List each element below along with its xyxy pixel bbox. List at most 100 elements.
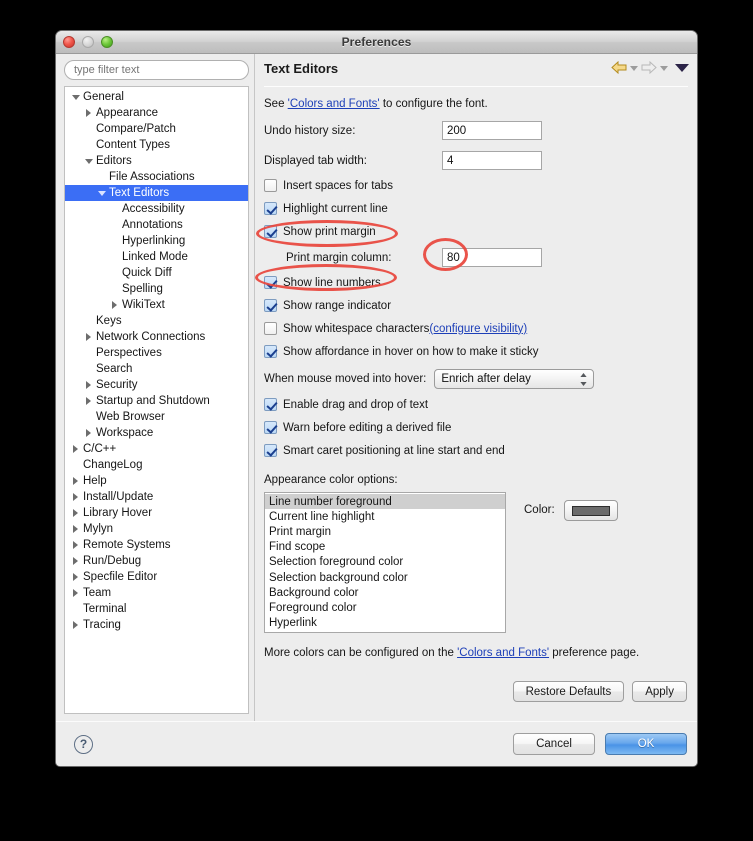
sidebar-item-c-c[interactable]: C/C++ xyxy=(65,441,248,457)
sidebar-item-remote-systems[interactable]: Remote Systems xyxy=(65,537,248,553)
list-item[interactable]: Line number foreground xyxy=(265,494,505,510)
twisty-expanded-icon[interactable] xyxy=(71,92,82,103)
show-line-numbers-checkbox[interactable] xyxy=(264,276,277,289)
sidebar-item-library-hover[interactable]: Library Hover xyxy=(65,505,248,521)
twisty-collapsed-icon[interactable] xyxy=(84,380,95,391)
smart-caret-checkbox[interactable] xyxy=(264,444,277,457)
twisty-collapsed-icon[interactable] xyxy=(71,476,82,487)
enable-drag-drop-checkbox[interactable] xyxy=(264,398,277,411)
sidebar-item-perspectives[interactable]: Perspectives xyxy=(65,345,248,361)
sidebar-item-text-editors[interactable]: Text Editors xyxy=(65,185,248,201)
warn-derived-file-checkbox[interactable] xyxy=(264,421,277,434)
twisty-collapsed-icon[interactable] xyxy=(84,428,95,439)
filter-input[interactable] xyxy=(64,60,249,80)
sidebar-item-network-connections[interactable]: Network Connections xyxy=(65,329,248,345)
insert-spaces-checkbox[interactable] xyxy=(264,179,277,192)
twisty-collapsed-icon[interactable] xyxy=(71,444,82,455)
show-range-indicator-checkbox[interactable] xyxy=(264,299,277,312)
undo-history-input[interactable] xyxy=(442,121,542,140)
sidebar-item-tracing[interactable]: Tracing xyxy=(65,617,248,633)
close-button[interactable] xyxy=(63,36,75,48)
sidebar-item-accessibility[interactable]: Accessibility xyxy=(65,201,248,217)
sidebar-item-annotations[interactable]: Annotations xyxy=(65,217,248,233)
print-margin-column-input[interactable] xyxy=(442,248,542,267)
preferences-tree[interactable]: General Appearance Compare/Patch Content Ty… xyxy=(64,86,249,714)
list-item[interactable]: Selection background color xyxy=(265,570,505,585)
list-item[interactable]: Foreground color xyxy=(265,600,505,615)
twisty-collapsed-icon[interactable] xyxy=(71,524,82,535)
sidebar-item-content-types[interactable]: Content Types xyxy=(65,137,248,153)
list-item[interactable]: Current line highlight xyxy=(265,509,505,524)
list-item[interactable]: Hyperlink xyxy=(265,616,505,631)
sidebar-item-linked-mode[interactable]: Linked Mode xyxy=(65,249,248,265)
twisty-collapsed-icon[interactable] xyxy=(71,588,82,599)
show-affordance-checkbox-row[interactable]: Show affordance in hover on how to make … xyxy=(264,344,688,359)
sidebar-item-appearance[interactable]: Appearance xyxy=(65,105,248,121)
twisty-collapsed-icon[interactable] xyxy=(71,540,82,551)
list-item[interactable]: Selection foreground color xyxy=(265,555,505,570)
back-arrow-icon[interactable] xyxy=(611,61,627,74)
zoom-button[interactable] xyxy=(101,36,113,48)
sidebar-item-spelling[interactable]: Spelling xyxy=(65,281,248,297)
twisty-collapsed-icon[interactable] xyxy=(71,508,82,519)
insert-spaces-checkbox-row[interactable]: Insert spaces for tabs xyxy=(264,178,688,193)
sidebar-item-general[interactable]: General xyxy=(65,89,248,105)
twisty-collapsed-icon[interactable] xyxy=(84,332,95,343)
view-menu-icon[interactable] xyxy=(675,64,689,72)
show-print-margin-checkbox[interactable] xyxy=(264,225,277,238)
show-range-indicator-checkbox-row[interactable]: Show range indicator xyxy=(264,298,688,313)
sidebar-item-keys[interactable]: Keys xyxy=(65,313,248,329)
colors-and-fonts-link-top[interactable]: 'Colors and Fonts' xyxy=(288,98,380,110)
back-dropdown-icon[interactable] xyxy=(630,66,638,71)
highlight-current-line-checkbox-row[interactable]: Highlight current line xyxy=(264,201,688,216)
help-button[interactable]: ? xyxy=(74,734,93,754)
warn-derived-file-checkbox-row[interactable]: Warn before editing a derived file xyxy=(264,420,688,435)
show-print-margin-checkbox-row[interactable]: Show print margin xyxy=(264,224,688,239)
sidebar-item-mylyn[interactable]: Mylyn xyxy=(65,521,248,537)
sidebar-item-workspace[interactable]: Workspace xyxy=(65,425,248,441)
sidebar-item-search[interactable]: Search xyxy=(65,361,248,377)
enable-drag-drop-checkbox-row[interactable]: Enable drag and drop of text xyxy=(264,397,688,412)
sidebar-item-quick-diff[interactable]: Quick Diff xyxy=(65,265,248,281)
sidebar-item-run-debug[interactable]: Run/Debug xyxy=(65,553,248,569)
appearance-color-listbox[interactable]: Line number foreground Current line highl… xyxy=(264,492,506,633)
sidebar-item-editors[interactable]: Editors xyxy=(65,153,248,169)
smart-caret-checkbox-row[interactable]: Smart caret positioning at line start an… xyxy=(264,443,688,458)
sidebar-item-security[interactable]: Security xyxy=(65,377,248,393)
list-item[interactable]: Find scope xyxy=(265,540,505,555)
colors-and-fonts-link-bottom[interactable]: 'Colors and Fonts' xyxy=(457,647,549,659)
ok-button[interactable]: OK xyxy=(605,733,687,755)
sidebar-item-compare-patch[interactable]: Compare/Patch xyxy=(65,121,248,137)
twisty-expanded-icon[interactable] xyxy=(84,156,95,167)
color-swatch-button[interactable] xyxy=(563,500,618,521)
configure-visibility-link[interactable]: (configure visibility) xyxy=(429,323,527,335)
sidebar-item-changelog[interactable]: ChangeLog xyxy=(65,457,248,473)
minimize-button[interactable] xyxy=(82,36,94,48)
twisty-collapsed-icon[interactable] xyxy=(71,556,82,567)
sidebar-item-hyperlinking[interactable]: Hyperlinking xyxy=(65,233,248,249)
sidebar-item-install-update[interactable]: Install/Update xyxy=(65,489,248,505)
sidebar-item-terminal[interactable]: Terminal xyxy=(65,601,248,617)
show-line-numbers-checkbox-row[interactable]: Show line numbers xyxy=(264,275,688,290)
show-whitespace-checkbox-row[interactable]: Show whitespace characters (configure vi… xyxy=(264,321,688,336)
twisty-collapsed-icon[interactable] xyxy=(84,396,95,407)
list-item[interactable]: Print margin xyxy=(265,524,505,539)
twisty-collapsed-icon[interactable] xyxy=(71,572,82,583)
sidebar-item-wikitext[interactable]: WikiText xyxy=(65,297,248,313)
twisty-collapsed-icon[interactable] xyxy=(84,108,95,119)
twisty-collapsed-icon[interactable] xyxy=(71,620,82,631)
sidebar-item-file-associations[interactable]: File Associations xyxy=(65,169,248,185)
twisty-collapsed-icon[interactable] xyxy=(71,492,82,503)
restore-defaults-button[interactable]: Restore Defaults xyxy=(512,681,625,702)
highlight-current-line-checkbox[interactable] xyxy=(264,202,277,215)
sidebar-item-specfile-editor[interactable]: Specfile Editor xyxy=(65,569,248,585)
twisty-expanded-icon[interactable] xyxy=(97,188,108,199)
twisty-collapsed-icon[interactable] xyxy=(110,300,121,311)
show-whitespace-checkbox[interactable] xyxy=(264,322,277,335)
sidebar-item-team[interactable]: Team xyxy=(65,585,248,601)
tab-width-input[interactable] xyxy=(442,151,542,170)
list-item[interactable]: Background color xyxy=(265,585,505,600)
sidebar-item-help[interactable]: Help xyxy=(65,473,248,489)
apply-button[interactable]: Apply xyxy=(632,681,687,702)
sidebar-item-startup-and-shutdown[interactable]: Startup and Shutdown xyxy=(65,393,248,409)
